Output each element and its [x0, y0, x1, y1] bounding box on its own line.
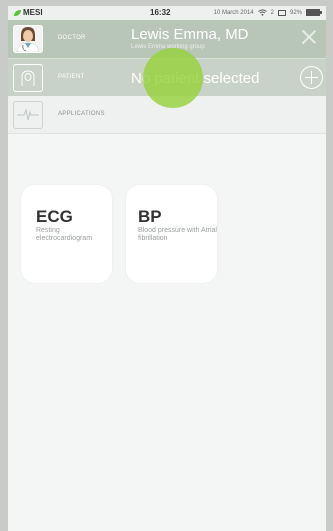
patient-icon: [13, 64, 43, 92]
device-frame: MESI 16:32 10 March 2014 2 92% DOCTOR Le…: [0, 0, 333, 531]
doctor-label: DOCTOR: [58, 35, 86, 41]
patient-label: PATIENT: [58, 74, 85, 80]
applications-label: APPLICATIONS: [58, 111, 105, 117]
touch-indicator: [143, 48, 203, 108]
brand: MESI: [14, 8, 43, 17]
app-card-bp[interactable]: BP Blood pressure with Atrial fibrillati…: [126, 185, 217, 283]
battery-icon: [306, 9, 322, 16]
doctor-name: Lewis Emma, MD: [131, 26, 249, 43]
mail-count: 2: [270, 9, 274, 16]
app-card-title: BP: [138, 207, 162, 226]
status-date: 10 March 2014: [213, 9, 254, 16]
status-time: 16:32: [150, 8, 171, 17]
app-card-ecg[interactable]: ECG Resting electrocardiogram: [21, 185, 112, 283]
wifi-icon: [257, 9, 267, 16]
close-icon[interactable]: [302, 30, 316, 44]
app-card-description: Blood pressure with Atrial fibrillation: [138, 227, 217, 242]
mail-icon: [277, 9, 286, 16]
battery-percent: 92%: [289, 9, 302, 16]
doctor-avatar: [13, 25, 43, 53]
app-screen: MESI 16:32 10 March 2014 2 92% DOCTOR Le…: [8, 6, 326, 531]
status-right: 10 March 2014 2 92%: [213, 9, 322, 16]
leaf-icon: [14, 9, 21, 16]
brand-name: MESI: [23, 8, 43, 17]
app-card-title: ECG: [36, 207, 73, 226]
status-bar: MESI 16:32 10 March 2014 2 92%: [8, 6, 326, 20]
add-circle-icon[interactable]: [300, 66, 323, 89]
ecg-wave-icon: [13, 101, 43, 129]
app-card-description: Resting electrocardiogram: [36, 227, 93, 242]
